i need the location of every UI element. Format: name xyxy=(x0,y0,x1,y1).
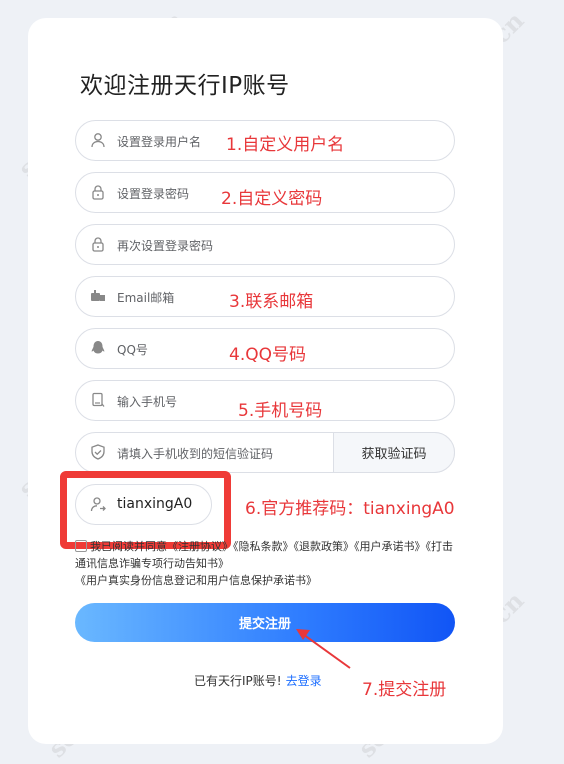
shield-check-icon xyxy=(90,444,106,460)
agreement-prefix: 我已阅读并同意 xyxy=(90,540,167,553)
annotation-password: 2.自定义密码 xyxy=(221,189,323,209)
password-placeholder: 设置登录密码 xyxy=(117,187,190,201)
annotation-email: 3.联系邮箱 xyxy=(229,292,314,312)
agreement-checkbox[interactable] xyxy=(75,540,87,552)
phone-icon xyxy=(90,392,106,408)
submit-button[interactable]: 提交注册 xyxy=(75,603,455,642)
qq-placeholder: QQ号 xyxy=(117,343,148,357)
login-prompt-text: 已有天行IP账号! xyxy=(194,674,282,688)
annotation-submit: 7.提交注册 xyxy=(362,680,447,700)
email-placeholder: Email邮箱 xyxy=(117,291,175,305)
phone-placeholder: 输入手机号 xyxy=(117,395,178,409)
mailbox-icon xyxy=(90,288,106,304)
annotation-phone: 5.手机号码 xyxy=(238,401,323,421)
agreement-link[interactable]: 《用户承诺书》 xyxy=(354,540,426,553)
login-link[interactable]: 去登录 xyxy=(286,674,322,688)
page-title: 欢迎注册天行IP账号 xyxy=(80,73,290,99)
user-icon xyxy=(90,132,106,148)
login-prompt: 已有天行IP账号! 去登录 xyxy=(194,672,322,689)
sms-code-field[interactable]: 请填入手机收到的短信验证码 获取验证码 xyxy=(75,432,455,473)
arrow-pointer xyxy=(296,629,351,669)
username-placeholder: 设置登录用户名 xyxy=(117,135,202,149)
lock-icon xyxy=(90,184,106,200)
annotation-referral: 6.官方推荐码：tianxingA0 xyxy=(245,499,455,519)
qq-penguin-icon xyxy=(90,340,106,356)
annotation-qq: 4.QQ号码 xyxy=(229,345,306,365)
agreement-link[interactable]: 《用户真实身份信息登记和用户信息保护承诺书》 xyxy=(75,574,317,587)
agreement-link[interactable]: 《隐私条款》 xyxy=(233,540,294,553)
confirm-password-placeholder: 再次设置登录密码 xyxy=(117,239,214,253)
lock-icon xyxy=(90,236,106,252)
sms-code-placeholder: 请填入手机收到的短信验证码 xyxy=(117,447,274,461)
agreement-link[interactable]: 《注册协议》 xyxy=(167,540,233,553)
agreement-text: 我已阅读并同意《注册协议》《隐私条款》《退款政策》《用户承诺书》《打击通讯信息诈… xyxy=(75,538,460,589)
confirm-password-field[interactable]: 再次设置登录密码 xyxy=(75,224,455,265)
get-code-button[interactable]: 获取验证码 xyxy=(333,432,455,473)
agreement-link[interactable]: 《退款政策》 xyxy=(294,540,355,553)
annotation-username: 1.自定义用户名 xyxy=(226,135,345,155)
